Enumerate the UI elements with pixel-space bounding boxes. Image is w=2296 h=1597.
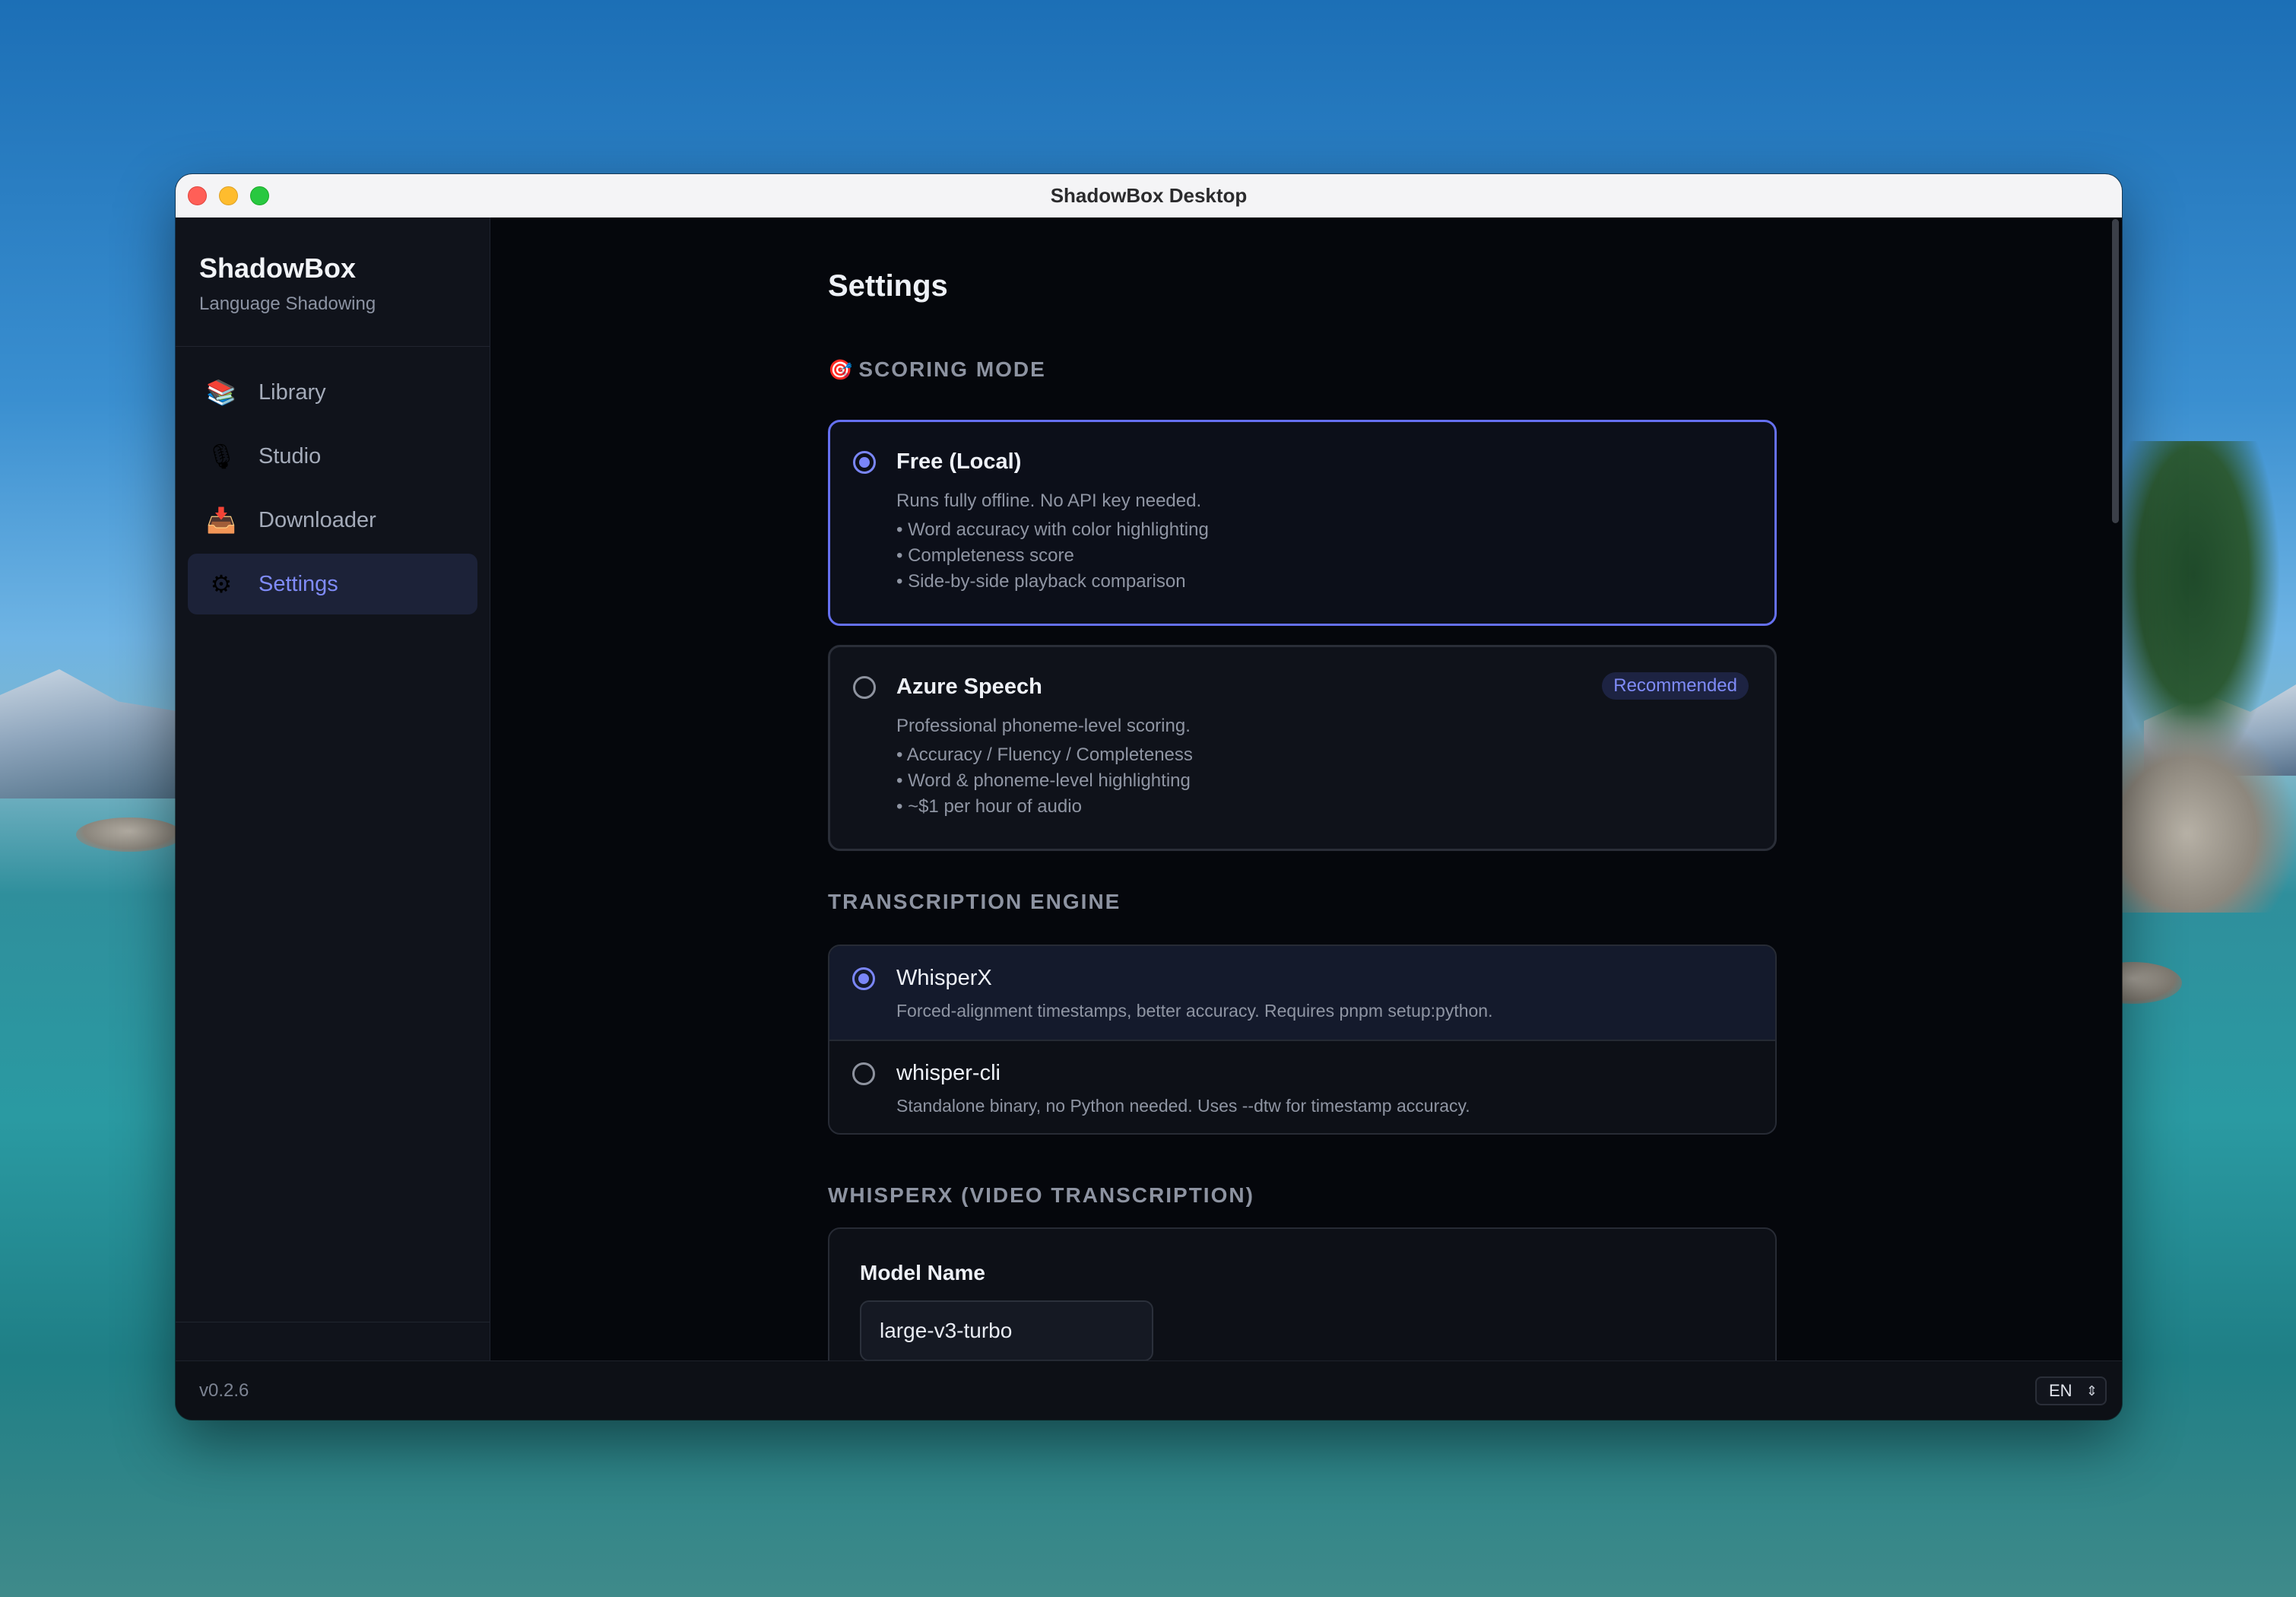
scoring-option-free-local[interactable]: Free (Local) Runs fully offline. No API … bbox=[828, 420, 1777, 626]
engine-option-whisper-cli[interactable]: whisper-cli Standalone binary, no Python… bbox=[829, 1041, 1775, 1133]
radio-button[interactable] bbox=[852, 1062, 875, 1085]
model-name-label: Model Name bbox=[860, 1261, 985, 1284]
scoring-mode-heading: 🎯 SCORING MODE bbox=[828, 357, 1046, 381]
radio-button-selected[interactable] bbox=[852, 967, 875, 990]
feature-item: • Side-by-side playback comparison bbox=[896, 571, 1186, 592]
sidebar-item-settings[interactable]: ⚙ Settings bbox=[188, 554, 477, 614]
version-label: v0.2.6 bbox=[199, 1380, 249, 1401]
radio-button-selected[interactable] bbox=[853, 451, 876, 474]
window-title: ShadowBox Desktop bbox=[1050, 184, 1248, 207]
engine-title: WhisperX bbox=[896, 966, 992, 990]
model-name-input[interactable] bbox=[860, 1300, 1153, 1360]
language-select[interactable]: EN ⇕ bbox=[2035, 1376, 2107, 1405]
feature-item: • Word & phoneme-level highlighting bbox=[896, 770, 1191, 791]
page-title: Settings bbox=[828, 269, 948, 303]
sidebar-item-library[interactable]: 📚 Library bbox=[188, 362, 477, 423]
engine-description: Forced-alignment timestamps, better accu… bbox=[896, 1001, 1493, 1021]
inbox-tray-icon: 📥 bbox=[206, 506, 236, 534]
background-mountain bbox=[0, 669, 198, 798]
title-bar: ShadowBox Desktop bbox=[176, 174, 2122, 218]
books-icon: 📚 bbox=[206, 379, 236, 406]
app-brand: ShadowBox bbox=[199, 252, 357, 284]
sidebar-nav: 📚 Library 🎙 Studio 📥 Downloader ⚙ Settin… bbox=[188, 362, 477, 618]
recommended-badge: Recommended bbox=[1602, 672, 1749, 700]
background-rock bbox=[76, 818, 182, 852]
feature-item: • Completeness score bbox=[896, 545, 1074, 566]
transcription-engine-heading: TRANSCRIPTION ENGINE bbox=[828, 890, 1121, 913]
chevron-up-down-icon: ⇕ bbox=[2085, 1383, 2098, 1399]
radio-button[interactable] bbox=[853, 676, 876, 699]
status-footer: v0.2.6 EN ⇕ bbox=[176, 1360, 2122, 1420]
background-rocks bbox=[2114, 715, 2296, 913]
feature-item: • Word accuracy with color highlighting bbox=[896, 519, 1209, 540]
whisperx-settings-card: Model Name bbox=[828, 1227, 1777, 1360]
engine-description: Standalone binary, no Python needed. Use… bbox=[896, 1096, 1470, 1116]
app-window: ShadowBox Desktop ShadowBox Language Sha… bbox=[176, 174, 2122, 1420]
sidebar-item-label: Settings bbox=[258, 572, 338, 596]
sidebar: ShadowBox Language Shadowing 📚 Library 🎙… bbox=[176, 217, 490, 1360]
transcription-engine-options: WhisperX Forced-alignment timestamps, be… bbox=[828, 945, 1777, 1135]
sidebar-item-downloader[interactable]: 📥 Downloader bbox=[188, 490, 477, 551]
scoring-option-azure-speech[interactable]: Azure Speech Recommended Professional ph… bbox=[828, 645, 1777, 851]
feature-item: • ~$1 per hour of audio bbox=[896, 796, 1082, 817]
engine-title: whisper-cli bbox=[896, 1061, 1001, 1085]
option-feature-list: • Word accuracy with color highlighting … bbox=[896, 517, 1209, 595]
option-title: Free (Local) bbox=[896, 449, 1022, 474]
engine-option-whisperx[interactable]: WhisperX Forced-alignment timestamps, be… bbox=[829, 946, 1775, 1040]
scrollbar-thumb[interactable] bbox=[2112, 219, 2119, 523]
whisperx-section-heading: WHISPERX (VIDEO TRANSCRIPTION) bbox=[828, 1183, 1254, 1207]
sidebar-divider bbox=[176, 346, 490, 347]
feature-item: • Accuracy / Fluency / Completeness bbox=[896, 745, 1193, 765]
microphone-icon: 🎙 bbox=[206, 443, 237, 470]
sidebar-item-label: Library bbox=[258, 380, 326, 405]
option-title: Azure Speech bbox=[896, 675, 1042, 699]
option-feature-list: • Accuracy / Fluency / Completeness • Wo… bbox=[896, 742, 1193, 820]
sidebar-item-studio[interactable]: 🎙 Studio bbox=[188, 426, 477, 487]
gear-icon: ⚙ bbox=[210, 570, 233, 598]
target-icon: 🎯 bbox=[828, 358, 853, 381]
sidebar-item-label: Studio bbox=[258, 444, 322, 468]
language-value: EN bbox=[2049, 1381, 2072, 1400]
app-subtitle: Language Shadowing bbox=[199, 294, 376, 314]
sidebar-item-label: Downloader bbox=[258, 508, 376, 532]
option-description: Professional phoneme-level scoring. bbox=[896, 716, 1191, 736]
main-content: Settings 🎯 SCORING MODE Free (Local) Runs… bbox=[490, 217, 2122, 1360]
option-description: Runs fully offline. No API key needed. bbox=[896, 491, 1202, 511]
